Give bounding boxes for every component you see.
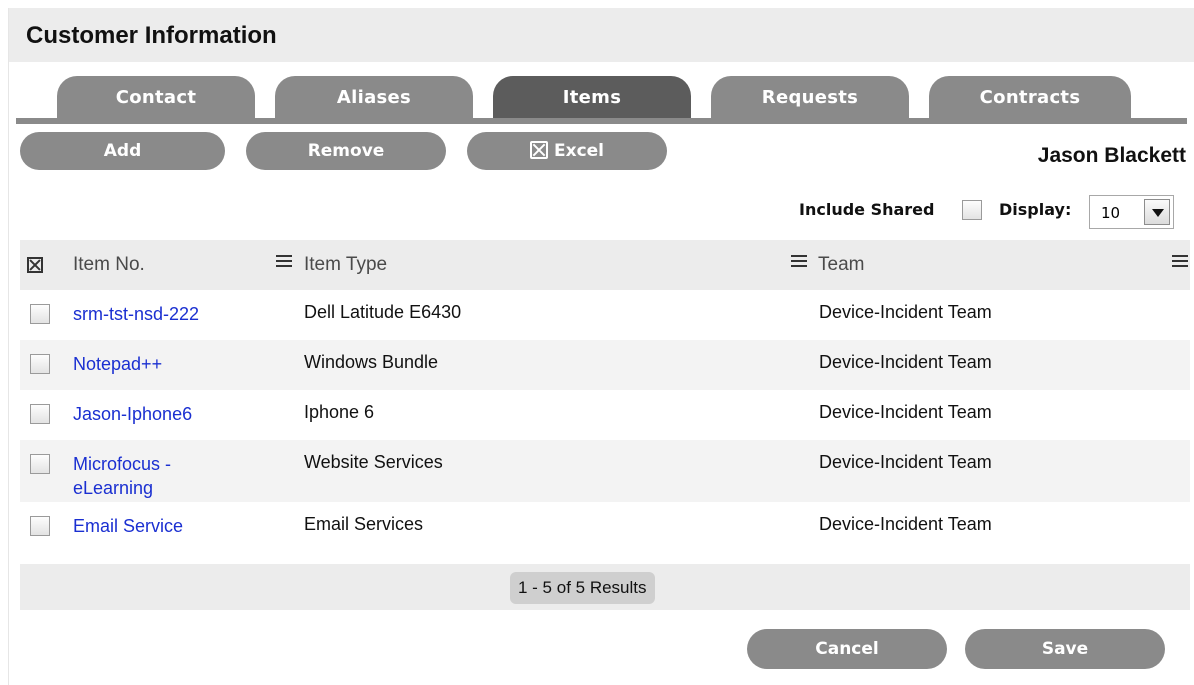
item-no-link[interactable]: Microfocus - eLearning bbox=[73, 452, 223, 500]
tab-contracts[interactable]: Contracts bbox=[929, 76, 1131, 120]
table-row: srm-tst-nsd-222 Dell Latitude E6430 Devi… bbox=[20, 290, 1190, 340]
display-count-value: 10 bbox=[1101, 204, 1121, 222]
include-shared-label: Include Shared bbox=[799, 200, 935, 219]
item-no-link[interactable]: Email Service bbox=[73, 514, 243, 538]
row-checkbox[interactable] bbox=[30, 304, 50, 324]
excel-export-icon bbox=[529, 141, 548, 159]
cancel-button[interactable]: Cancel bbox=[747, 629, 947, 669]
include-shared-checkbox[interactable] bbox=[962, 200, 982, 220]
column-header-item-no[interactable]: Item No. bbox=[73, 254, 145, 276]
save-button[interactable]: Save bbox=[965, 629, 1165, 669]
panel-header: Customer Information bbox=[9, 8, 1194, 62]
column-menu-icon[interactable] bbox=[1172, 255, 1188, 269]
row-checkbox[interactable] bbox=[30, 454, 50, 474]
table-header: Item No. Item Type Team bbox=[20, 240, 1190, 290]
team-cell: Device-Incident Team bbox=[819, 402, 992, 422]
display-count-select[interactable]: 10 bbox=[1089, 195, 1174, 229]
item-type-cell: Email Services bbox=[304, 514, 424, 534]
add-button[interactable]: Add bbox=[20, 132, 225, 170]
team-cell: Device-Incident Team bbox=[819, 302, 992, 322]
row-checkbox[interactable] bbox=[30, 404, 50, 424]
table-row: Jason-Iphone6 Iphone 6 Device-Incident T… bbox=[20, 390, 1190, 440]
item-no-link[interactable]: Jason-Iphone6 bbox=[73, 402, 243, 426]
team-cell: Device-Incident Team bbox=[819, 452, 992, 472]
tab-aliases[interactable]: Aliases bbox=[275, 76, 473, 120]
remove-button[interactable]: Remove bbox=[246, 132, 446, 170]
item-type-cell: Dell Latitude E6430 bbox=[304, 302, 462, 322]
team-cell: Device-Incident Team bbox=[819, 514, 992, 534]
tab-underline bbox=[16, 118, 1187, 124]
team-cell: Device-Incident Team bbox=[819, 352, 992, 372]
item-type-cell: Iphone 6 bbox=[304, 402, 375, 422]
tab-requests[interactable]: Requests bbox=[711, 76, 909, 120]
tab-contact[interactable]: Contact bbox=[57, 76, 255, 120]
tab-items[interactable]: Items bbox=[493, 76, 691, 120]
item-no-link[interactable]: srm-tst-nsd-222 bbox=[73, 302, 243, 326]
row-checkbox[interactable] bbox=[30, 354, 50, 374]
table-row: Notepad++ Windows Bundle Device-Incident… bbox=[20, 340, 1190, 390]
chevron-down-icon[interactable] bbox=[1144, 199, 1170, 225]
customer-name: Jason Blackett bbox=[1037, 144, 1186, 167]
table-row: Email Service Email Services Device-Inci… bbox=[20, 502, 1190, 552]
column-menu-icon[interactable] bbox=[276, 255, 292, 269]
page-title: Customer Information bbox=[26, 22, 277, 49]
item-type-cell: Windows Bundle bbox=[304, 352, 439, 372]
item-no-link[interactable]: Notepad++ bbox=[73, 352, 243, 376]
row-checkbox[interactable] bbox=[30, 516, 50, 536]
excel-button[interactable]: Excel bbox=[467, 132, 667, 170]
display-label: Display: bbox=[999, 200, 1072, 219]
items-table: Item No. Item Type Team srm-tst-nsd-222 … bbox=[20, 240, 1190, 610]
column-menu-icon[interactable] bbox=[791, 255, 807, 269]
pagination-bar: 1 - 5 of 5 Results bbox=[20, 564, 1190, 610]
table-row: Microfocus - eLearning Website Services … bbox=[20, 440, 1190, 502]
column-header-item-type[interactable]: Item Type bbox=[304, 254, 387, 276]
select-all-checkbox[interactable] bbox=[27, 257, 43, 273]
excel-button-label: Excel bbox=[553, 141, 604, 161]
pagination-summary: 1 - 5 of 5 Results bbox=[510, 572, 655, 604]
item-type-cell: Website Services bbox=[304, 452, 443, 472]
column-header-team[interactable]: Team bbox=[818, 254, 864, 276]
